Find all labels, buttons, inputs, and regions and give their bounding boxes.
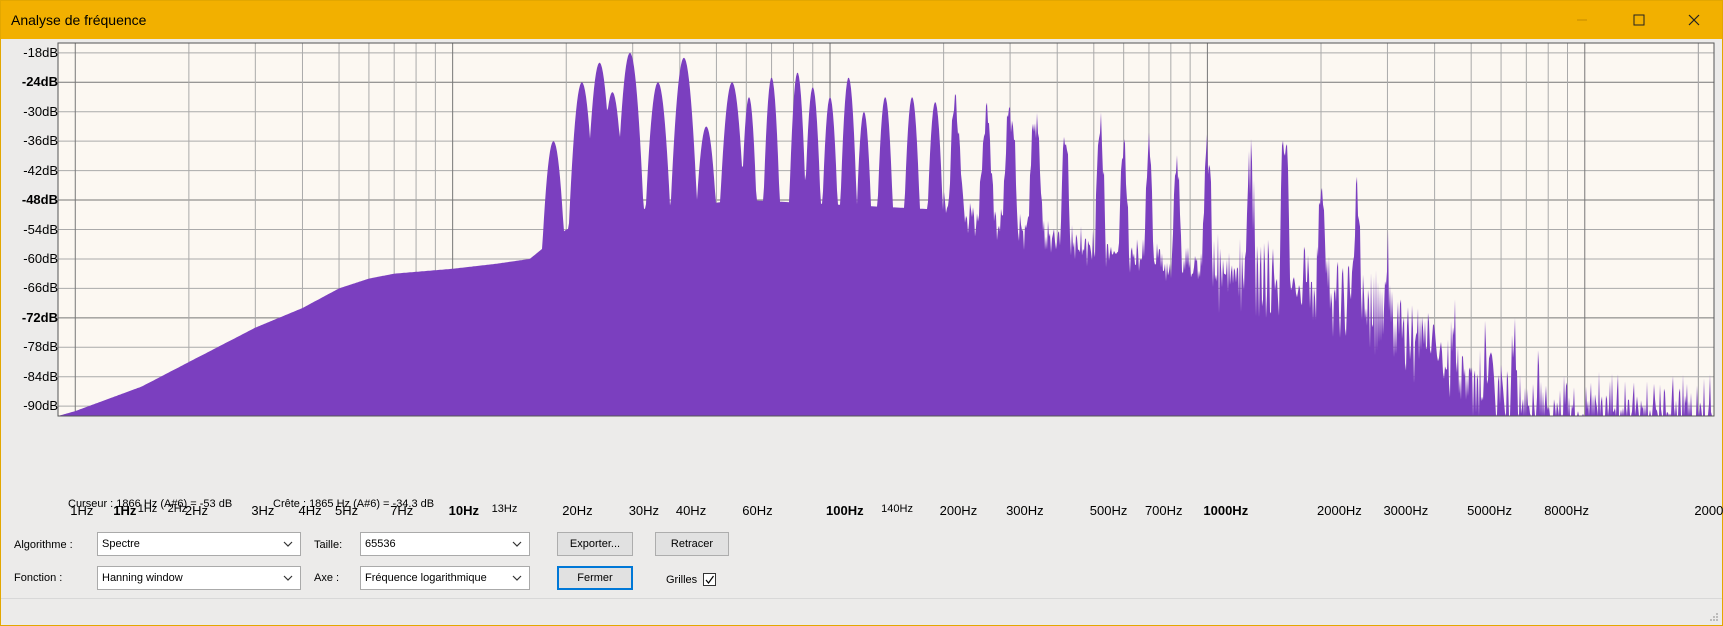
- minimize-icon: [1576, 19, 1587, 21]
- x-tick-label: 8000Hz: [1544, 503, 1590, 518]
- resize-grip-icon[interactable]: [1709, 612, 1719, 622]
- x-tick-label: 140Hz: [881, 503, 913, 515]
- algorithm-select[interactable]: Spectre: [97, 532, 301, 556]
- x-tick-label: 60Hz: [742, 503, 773, 518]
- axis-label: Axe :: [314, 572, 340, 584]
- window-title: Analyse de fréquence: [11, 12, 147, 28]
- chevron-down-icon: [512, 541, 522, 547]
- export-button[interactable]: Exporter...: [557, 532, 633, 556]
- grids-label: Grilles: [666, 574, 698, 586]
- x-tick-label: 13Hz: [491, 503, 518, 515]
- x-tick-label: 5000Hz: [1467, 503, 1512, 518]
- cursor-readout: Curseur : 1866 Hz (A#6) = -53 dB: [68, 498, 233, 510]
- minimize-button[interactable]: [1553, 1, 1610, 39]
- function-label: Fonction :: [14, 572, 63, 584]
- chevron-down-icon: [283, 541, 293, 547]
- x-tick-label: 3Hz: [251, 503, 275, 518]
- x-tick-label: 2000Hz: [1317, 503, 1362, 518]
- x-tick-label: 10Hz: [448, 503, 479, 518]
- chevron-down-icon: [512, 575, 522, 581]
- algorithm-label: Algorithme :: [14, 539, 73, 551]
- checkmark-icon: [705, 575, 714, 584]
- grids-checkbox[interactable]: [703, 573, 716, 586]
- x-tick-label: 20000Hz: [1694, 503, 1723, 518]
- spectrum-chart[interactable]: [1, 39, 1722, 459]
- close-button[interactable]: Fermer: [557, 566, 633, 590]
- function-select[interactable]: Hanning window: [97, 566, 301, 590]
- maximize-button[interactable]: [1610, 1, 1667, 39]
- size-select[interactable]: 65536: [360, 532, 530, 556]
- x-tick-label: 300Hz: [1006, 503, 1044, 518]
- x-tick-label: 200Hz: [939, 503, 978, 518]
- size-label: Taille:: [314, 539, 343, 551]
- x-tick-label: 500Hz: [1089, 503, 1128, 518]
- bottom-separator: [1, 598, 1722, 599]
- peak-readout: Crête : 1865 Hz (A#6) = -34.3 dB: [273, 498, 435, 510]
- size-value: 65536: [365, 538, 396, 550]
- x-tick-label: 100Hz: [826, 503, 864, 518]
- replot-button[interactable]: Retracer: [655, 532, 729, 556]
- x-tick-label: 1000Hz: [1203, 503, 1249, 518]
- x-tick-label: 3000Hz: [1383, 503, 1429, 518]
- x-tick-label: 40Hz: [675, 503, 707, 518]
- algorithm-value: Spectre: [102, 538, 140, 550]
- x-tick-label: 700Hz: [1144, 503, 1183, 518]
- close-icon: [1688, 14, 1699, 26]
- maximize-icon: [1633, 14, 1644, 26]
- function-value: Hanning window: [102, 572, 183, 584]
- x-tick-label: 30Hz: [628, 503, 660, 518]
- spectrum-plot-area[interactable]: -18dB -24dB -30dB -36dB -42dB -48dB -54dB -60dB…: [1, 39, 1723, 599]
- axis-select[interactable]: Fréquence logarithmique: [360, 566, 530, 590]
- title-bar: Analyse de fréquence: [1, 1, 1722, 39]
- x-tick-label: 20Hz: [562, 503, 593, 518]
- axis-value: Fréquence logarithmique: [365, 572, 487, 584]
- chevron-down-icon: [283, 575, 293, 581]
- frequency-analysis-window: Analyse de fréquence -18dB -24dB -30dB -36d…: [0, 0, 1723, 626]
- close-window-button[interactable]: [1665, 1, 1722, 39]
